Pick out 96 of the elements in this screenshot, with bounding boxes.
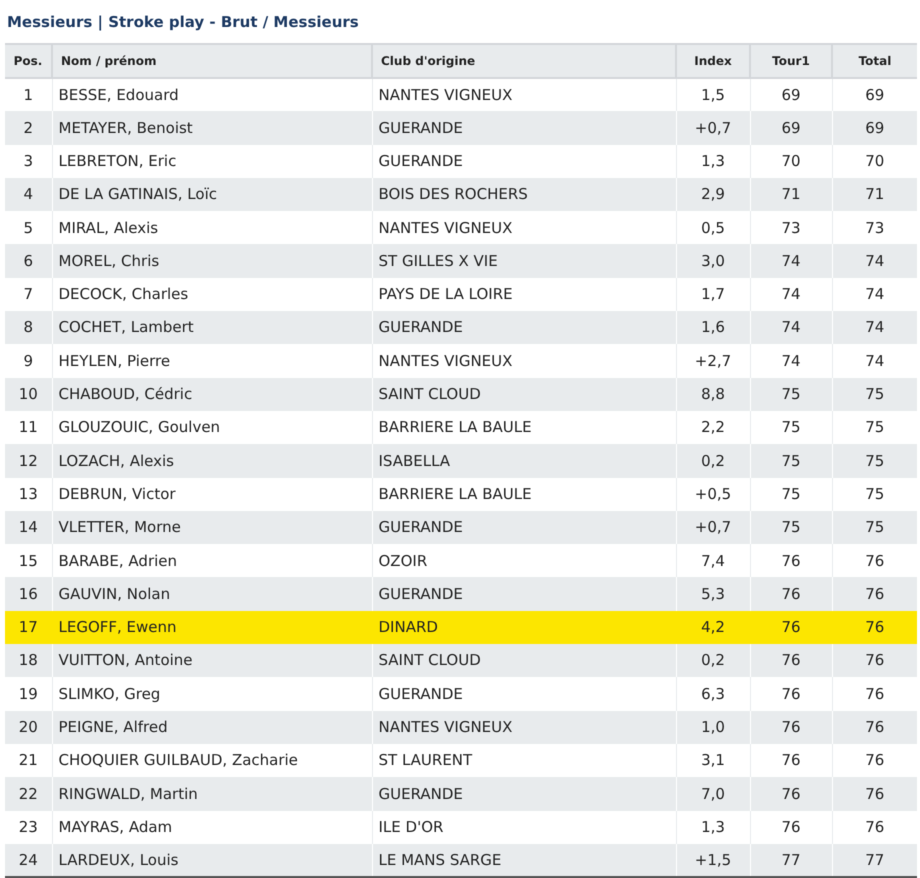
- table-cell: 74: [832, 244, 917, 278]
- table-cell: 8,8: [676, 378, 750, 411]
- table-cell: GUERANDE: [372, 577, 676, 611]
- column-header: Club d'origine: [372, 44, 676, 78]
- table-cell: 19: [5, 677, 52, 711]
- table-cell: 75: [750, 444, 832, 478]
- table-cell: 76: [832, 644, 917, 678]
- table-cell: 5: [5, 211, 52, 244]
- table-cell: 69: [832, 111, 917, 145]
- table-cell: PEIGNE, Alfred: [52, 710, 372, 744]
- table-cell: 76: [832, 777, 917, 811]
- table-cell: 76: [832, 610, 917, 644]
- column-header: Index: [676, 44, 750, 78]
- table-cell: DINARD: [372, 610, 676, 644]
- table-cell: 5,3: [676, 577, 750, 611]
- table-cell: +1,5: [676, 844, 750, 878]
- table-cell: 0,2: [676, 444, 750, 478]
- table-cell: 9: [5, 344, 52, 378]
- table-cell: LEGOFF, Ewenn: [52, 610, 372, 644]
- table-cell: 1: [5, 78, 52, 112]
- table-cell: 71: [832, 178, 917, 212]
- table-cell: 75: [832, 444, 917, 478]
- table-cell: 10: [5, 378, 52, 411]
- table-cell: BOIS DES ROCHERS: [372, 178, 676, 212]
- table-cell: 13: [5, 478, 52, 511]
- table-cell: 15: [5, 544, 52, 578]
- table-cell: MOREL, Chris: [52, 244, 372, 278]
- table-cell: CHABOUD, Cédric: [52, 378, 372, 411]
- column-header: Pos.: [5, 44, 52, 78]
- table-cell: 14: [5, 510, 52, 544]
- table-cell: VLETTER, Morne: [52, 510, 372, 544]
- column-header: Tour1: [750, 44, 832, 78]
- table-cell: 76: [832, 577, 917, 611]
- table-cell: +0,7: [676, 510, 750, 544]
- table-cell: 75: [750, 378, 832, 411]
- table-cell: 2,9: [676, 178, 750, 212]
- table-cell: ST GILLES X VIE: [372, 244, 676, 278]
- table-cell: 74: [750, 244, 832, 278]
- table-cell: 76: [750, 644, 832, 678]
- table-cell: 75: [832, 378, 917, 411]
- table-cell: 76: [832, 710, 917, 744]
- table-cell: 17: [5, 610, 52, 644]
- table-cell: RINGWALD, Martin: [52, 777, 372, 811]
- table-cell: 12: [5, 444, 52, 478]
- table-cell: LARDEUX, Louis: [52, 844, 372, 878]
- table-cell: 75: [832, 510, 917, 544]
- table-cell: VUITTON, Antoine: [52, 644, 372, 678]
- table-cell: 75: [750, 510, 832, 544]
- table-cell: COCHET, Lambert: [52, 311, 372, 344]
- table-cell: 7,0: [676, 777, 750, 811]
- table-cell: GUERANDE: [372, 111, 676, 145]
- table-cell: 22: [5, 777, 52, 811]
- table-cell: 6: [5, 244, 52, 278]
- table-cell: 1,6: [676, 311, 750, 344]
- table-cell: LE MANS SARGE: [372, 844, 676, 878]
- table-cell: 71: [750, 178, 832, 212]
- table-cell: 23: [5, 810, 52, 844]
- table-cell: 4,2: [676, 610, 750, 644]
- table-cell: GUERANDE: [372, 510, 676, 544]
- table-cell: 18: [5, 644, 52, 678]
- table-cell: 76: [750, 577, 832, 611]
- table-cell: SAINT CLOUD: [372, 644, 676, 678]
- table-cell: 3,0: [676, 244, 750, 278]
- column-header: Nom / prénom: [52, 44, 372, 78]
- table-cell: 69: [750, 111, 832, 145]
- page-title: Messieurs | Stroke play - Brut / Messieurs: [7, 12, 360, 33]
- table-cell: 1,0: [676, 710, 750, 744]
- table-cell: 24: [5, 844, 52, 878]
- table-cell: 74: [832, 311, 917, 344]
- table-cell: ISABELLA: [372, 444, 676, 478]
- table-cell: 20: [5, 710, 52, 744]
- table-cell: METAYER, Benoist: [52, 111, 372, 145]
- table-cell: 3: [5, 144, 52, 178]
- table-cell: GAUVIN, Nolan: [52, 577, 372, 611]
- table-cell: 74: [750, 311, 832, 344]
- table-cell: SAINT CLOUD: [372, 378, 676, 411]
- table-cell: 77: [832, 844, 917, 878]
- table-cell: 76: [750, 610, 832, 644]
- table-cell: 2: [5, 111, 52, 145]
- table-cell: 7: [5, 278, 52, 312]
- table-cell: DE LA GATINAIS, Loïc: [52, 178, 372, 212]
- table-cell: LOZACH, Alexis: [52, 444, 372, 478]
- table-cell: +0,7: [676, 111, 750, 145]
- table-cell: GUERANDE: [372, 777, 676, 811]
- table-cell: 0,2: [676, 644, 750, 678]
- column-header: Total: [832, 44, 917, 78]
- table-cell: 4: [5, 178, 52, 212]
- table-cell: NANTES VIGNEUX: [372, 710, 676, 744]
- table-cell: 11: [5, 410, 52, 444]
- table-cell: 77: [750, 844, 832, 878]
- table-cell: 76: [750, 710, 832, 744]
- table-cell: GUERANDE: [372, 311, 676, 344]
- table-cell: 21: [5, 744, 52, 778]
- table-cell: 76: [750, 777, 832, 811]
- table-cell: 16: [5, 577, 52, 611]
- table-cell: 8: [5, 311, 52, 344]
